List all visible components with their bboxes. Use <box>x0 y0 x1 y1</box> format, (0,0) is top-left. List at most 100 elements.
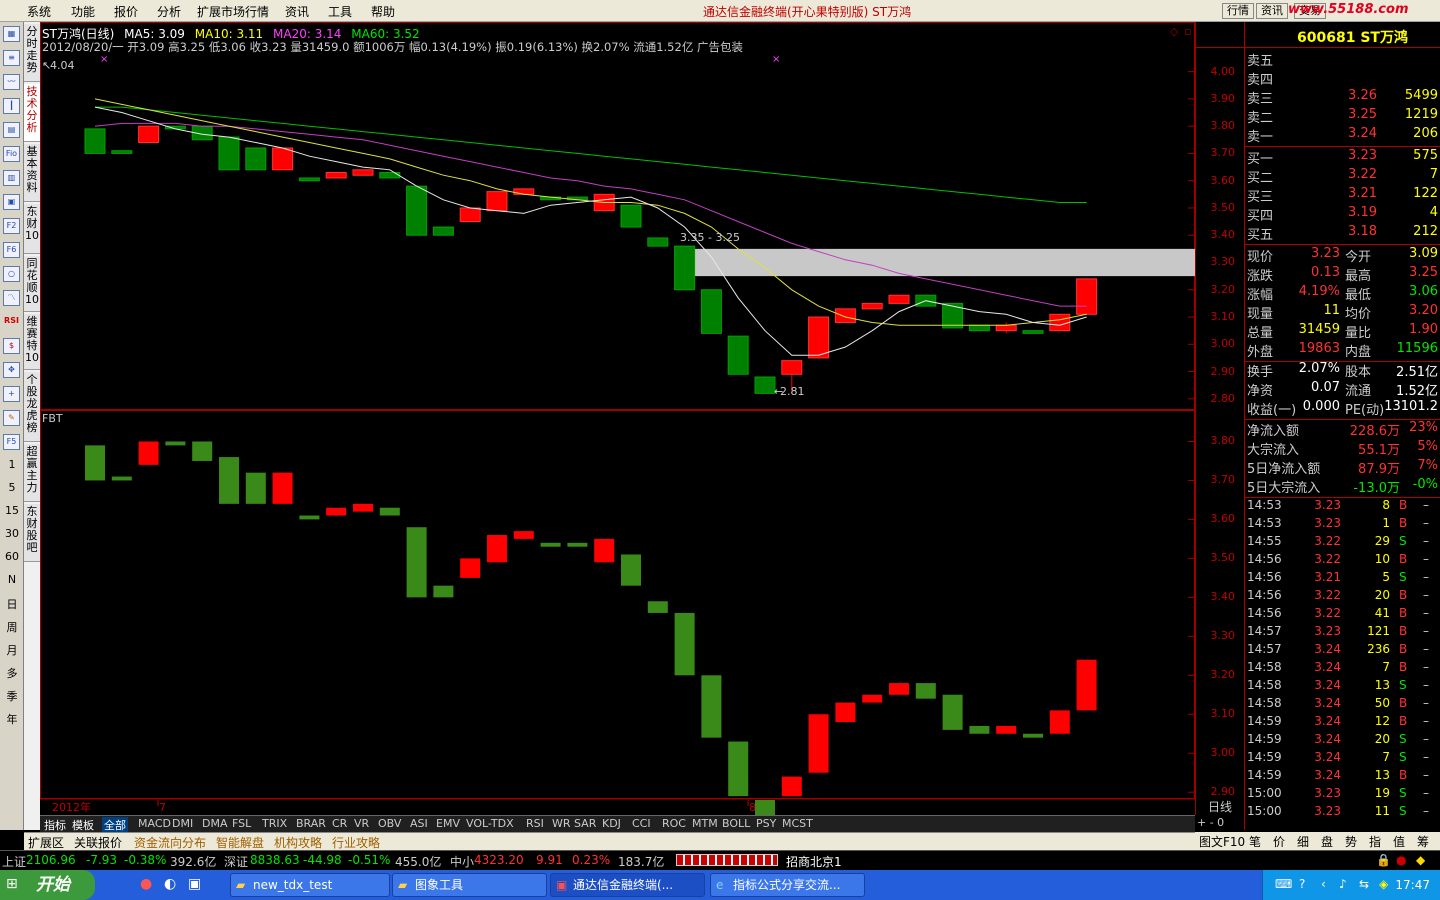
right-bottom-tab[interactable]: 图文F10 <box>1199 833 1245 850</box>
indicator-icon[interactable]: 〽 <box>3 290 20 306</box>
bottom-tab[interactable]: 扩展区 <box>28 834 64 851</box>
tab-chaoying[interactable]: 超赢主力 <box>24 444 40 502</box>
indicator-tab[interactable]: TRIX <box>260 817 289 830</box>
indicator-tab[interactable]: MTM <box>690 817 720 830</box>
bid-row[interactable]: 买四 3.19 4 <box>1245 205 1440 224</box>
tray-volume-icon[interactable]: ♪ <box>1339 877 1347 891</box>
indicator-tab[interactable]: DMA <box>200 817 230 830</box>
ask-row[interactable]: 卖四 <box>1245 69 1440 88</box>
right-bottom-tab[interactable]: 细 <box>1297 833 1309 850</box>
bid-row[interactable]: 买一 3.23 575 <box>1245 148 1440 167</box>
indicator-tab[interactable]: 指标 <box>42 817 68 833</box>
period-multi[interactable]: 多 <box>3 665 21 683</box>
tab-dongcai10[interactable]: 东财10 <box>24 204 40 254</box>
quicklaunch-icon-2[interactable]: ◐ <box>164 876 176 892</box>
right-bottom-tab[interactable]: 筹 <box>1417 833 1429 850</box>
money-icon[interactable]: $ <box>3 338 20 354</box>
bottom-tab[interactable]: 行业攻略 <box>332 834 380 851</box>
period-5min[interactable]: 5 <box>3 479 21 497</box>
indicator-tab[interactable]: FSL <box>230 817 253 830</box>
ask-row[interactable]: 卖三 3.26 5499 <box>1245 88 1440 107</box>
tray-keyboard-icon[interactable]: ⌨ <box>1275 877 1292 891</box>
kline-icon[interactable]: ┃ <box>3 98 20 114</box>
period-60min[interactable]: 60 <box>3 548 21 566</box>
tray-chevron-icon[interactable]: ‹ <box>1321 877 1326 891</box>
chart-icon[interactable]: ▥ <box>3 170 20 186</box>
doc-icon[interactable]: ▣ <box>3 194 20 210</box>
ask-row[interactable]: 卖五 <box>1245 50 1440 69</box>
period-quarter[interactable]: 季 <box>3 688 21 706</box>
tray-help-icon[interactable]: ? <box>1299 877 1305 891</box>
move-icon[interactable]: ✥ <box>3 362 20 378</box>
tab-weisaite10[interactable]: 维赛特10 <box>24 314 40 370</box>
indicator-tab[interactable]: CR <box>330 817 349 830</box>
indicator-tab[interactable]: WR <box>550 817 573 830</box>
task-tdx-terminal[interactable]: ▣ 通达信金融终端(... <box>550 873 705 897</box>
right-bottom-tab[interactable]: 价 <box>1273 833 1285 850</box>
right-bottom-tab[interactable]: 笔 <box>1249 833 1261 850</box>
period-month[interactable]: 月 <box>3 642 21 660</box>
f6-icon[interactable]: F6 <box>3 242 20 258</box>
task-image-tool[interactable]: ▰ 图象工具 <box>392 873 547 897</box>
tab-tonghuashun10[interactable]: 同花顺10 <box>24 256 40 312</box>
indicator-tab[interactable]: EMV <box>434 817 462 830</box>
indicator-tab[interactable]: PSY <box>754 817 778 830</box>
task-formula-forum[interactable]: e 指标公式分享交流... <box>710 873 865 897</box>
right-bottom-tab[interactable]: 值 <box>1393 833 1405 850</box>
right-bottom-tab[interactable]: 势 <box>1345 833 1357 850</box>
tab-intraday[interactable]: 分时走势 <box>24 24 40 82</box>
table-icon[interactable]: ▤ <box>3 122 20 138</box>
rsi-icon[interactable]: RSI <box>3 314 20 330</box>
tab-longhubang[interactable]: 个股龙虎榜 <box>24 372 40 442</box>
period-n[interactable]: N <box>3 571 21 589</box>
kline-chart[interactable]: ◇ ▫ × × 4.04 ↖ 2.81 ← 3.35 - 3.25 FBT 2012年 7 8 ST万鸿… <box>40 22 1195 815</box>
bid-row[interactable]: 买二 3.22 7 <box>1245 167 1440 186</box>
bottom-tab[interactable]: 资金流向分布 <box>134 834 206 851</box>
menu-help[interactable]: 帮助 <box>371 3 395 20</box>
menu-quote[interactable]: 报价 <box>114 3 138 20</box>
menu-tools[interactable]: 工具 <box>328 3 352 20</box>
right-bottom-tab[interactable]: 指 <box>1369 833 1381 850</box>
plus-icon[interactable]: + <box>3 386 20 402</box>
tray-shield-icon[interactable]: ◈ <box>1379 877 1388 891</box>
tab-guba[interactable]: 东财股吧 <box>24 504 40 562</box>
ask-row[interactable]: 卖一 3.24 206 <box>1245 126 1440 145</box>
bid-row[interactable]: 买三 3.21 122 <box>1245 186 1440 205</box>
alert-icon[interactable]: ● <box>1396 853 1406 867</box>
pencil-icon[interactable]: ✎ <box>3 410 20 426</box>
indicator-tab[interactable]: ROC <box>660 817 688 830</box>
grid-icon[interactable]: ▦ <box>3 26 20 42</box>
indicator-tab[interactable]: ASI <box>408 817 430 830</box>
indicator-tab[interactable]: OBV <box>376 817 403 830</box>
quicklaunch-icon-1[interactable]: ● <box>140 876 152 892</box>
menu-info[interactable]: 资讯 <box>285 3 309 20</box>
lock-icon[interactable]: 🔒 <box>1376 853 1391 867</box>
menu-system[interactable]: 系统 <box>27 3 51 20</box>
menu-ext-market[interactable]: 扩展市场行情 <box>197 3 269 20</box>
period-day[interactable]: 日 <box>3 596 21 614</box>
tab-technical[interactable]: 技术分析 <box>24 84 40 142</box>
period-1min[interactable]: 1 <box>3 456 21 474</box>
bid-row[interactable]: 买五 3.18 212 <box>1245 224 1440 243</box>
task-new-tdx-test[interactable]: ▰ new_tdx_test <box>230 873 390 897</box>
period-15min[interactable]: 15 <box>3 502 21 520</box>
ask-row[interactable]: 卖二 3.25 1219 <box>1245 107 1440 126</box>
indicator-tab[interactable]: RSI <box>524 817 546 830</box>
bell-icon[interactable]: ◆ <box>1416 853 1425 867</box>
tray-network-icon[interactable]: ⇆ <box>1359 877 1369 891</box>
indicator-tab[interactable]: MACD <box>136 817 173 830</box>
indicator-tab[interactable]: CCI <box>630 817 653 830</box>
indicator-tab[interactable]: MCST <box>780 817 815 830</box>
bottom-tab[interactable]: 智能解盘 <box>216 834 264 851</box>
indicator-tab[interactable]: 模板 <box>70 817 96 833</box>
f5-icon[interactable]: F5 <box>3 434 20 450</box>
hq-button[interactable]: 行情 <box>1222 3 1254 19</box>
indicator-tab[interactable]: VR <box>352 817 371 830</box>
zoom-controls[interactable]: + - 0 <box>1197 816 1243 829</box>
period-year[interactable]: 年 <box>3 711 21 729</box>
zx-button[interactable]: 资讯 <box>1256 3 1288 19</box>
search-icon[interactable]: ○ <box>3 266 20 282</box>
tab-fundamental[interactable]: 基本资料 <box>24 144 40 202</box>
f2-icon[interactable]: F2 <box>3 218 20 234</box>
indicator-tab[interactable]: SAR <box>572 817 598 830</box>
